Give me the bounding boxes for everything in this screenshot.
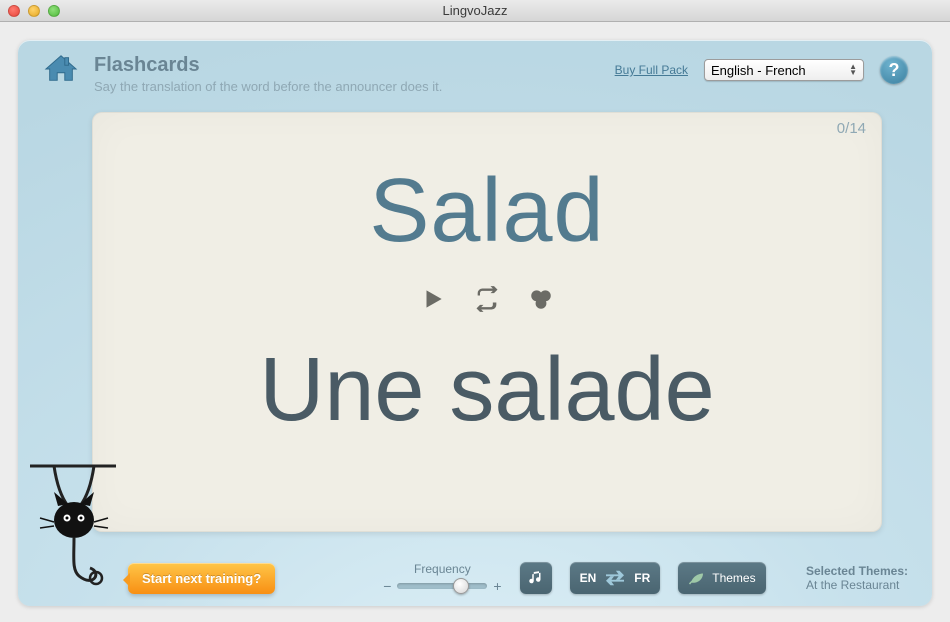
buy-full-pack-link[interactable]: Buy Full Pack: [615, 63, 688, 77]
frequency-slider-thumb[interactable]: [453, 578, 469, 594]
zoom-window-button[interactable]: [48, 5, 60, 17]
frequency-minus[interactable]: −: [383, 578, 391, 594]
leaf-icon: [688, 570, 706, 586]
frequency-slider[interactable]: [397, 583, 487, 589]
frequency-control: Frequency − +: [383, 562, 501, 594]
language-pair-select[interactable]: English - French ▲▼: [704, 59, 864, 81]
cluster-button[interactable]: [527, 285, 555, 313]
target-word: Une salade: [92, 339, 882, 442]
flashcard: 0/14 Salad: [92, 112, 882, 532]
home-icon: [42, 52, 80, 86]
play-icon: [420, 286, 446, 312]
music-button[interactable]: [520, 562, 552, 594]
repeat-icon: [473, 285, 501, 313]
main-panel: Flashcards Say the translation of the wo…: [18, 40, 932, 606]
cluster-icon: [528, 286, 554, 312]
frequency-plus[interactable]: +: [493, 578, 501, 594]
home-button[interactable]: [42, 52, 80, 86]
help-button[interactable]: ?: [880, 56, 908, 84]
window-titlebar: LingvoJazz: [0, 0, 950, 22]
swap-arrows-icon: [604, 569, 626, 587]
repeat-button[interactable]: [473, 285, 501, 313]
selected-themes-label: Selected Themes:: [806, 564, 908, 578]
progress-current: 0: [837, 120, 845, 137]
select-arrows-icon: ▲▼: [849, 64, 857, 76]
start-button-label: Start next training?: [142, 571, 261, 586]
window-title: LingvoJazz: [0, 3, 950, 18]
swap-languages-button[interactable]: EN FR: [570, 562, 661, 594]
frequency-label: Frequency: [383, 562, 501, 576]
card-progress: 0/14: [837, 120, 866, 137]
play-button[interactable]: [419, 285, 447, 313]
selected-themes-value: At the Restaurant: [806, 578, 908, 592]
question-mark-icon: ?: [889, 60, 900, 81]
minimize-window-button[interactable]: [28, 5, 40, 17]
swap-left-lang: EN: [580, 571, 597, 585]
language-pair-value: English - French: [711, 63, 806, 78]
close-window-button[interactable]: [8, 5, 20, 17]
progress-total: 14: [849, 120, 866, 137]
music-note-icon: [527, 569, 545, 587]
traffic-lights: [0, 5, 60, 17]
source-word: Salad: [92, 112, 882, 263]
page-title: Flashcards: [94, 54, 601, 77]
swap-right-lang: FR: [634, 571, 650, 585]
themes-button[interactable]: Themes: [678, 562, 765, 594]
start-next-training-button[interactable]: Start next training?: [128, 563, 275, 594]
themes-button-label: Themes: [712, 571, 755, 585]
selected-themes-display: Selected Themes: At the Restaurant: [806, 564, 908, 592]
page-subtitle: Say the translation of the word before t…: [94, 79, 601, 94]
